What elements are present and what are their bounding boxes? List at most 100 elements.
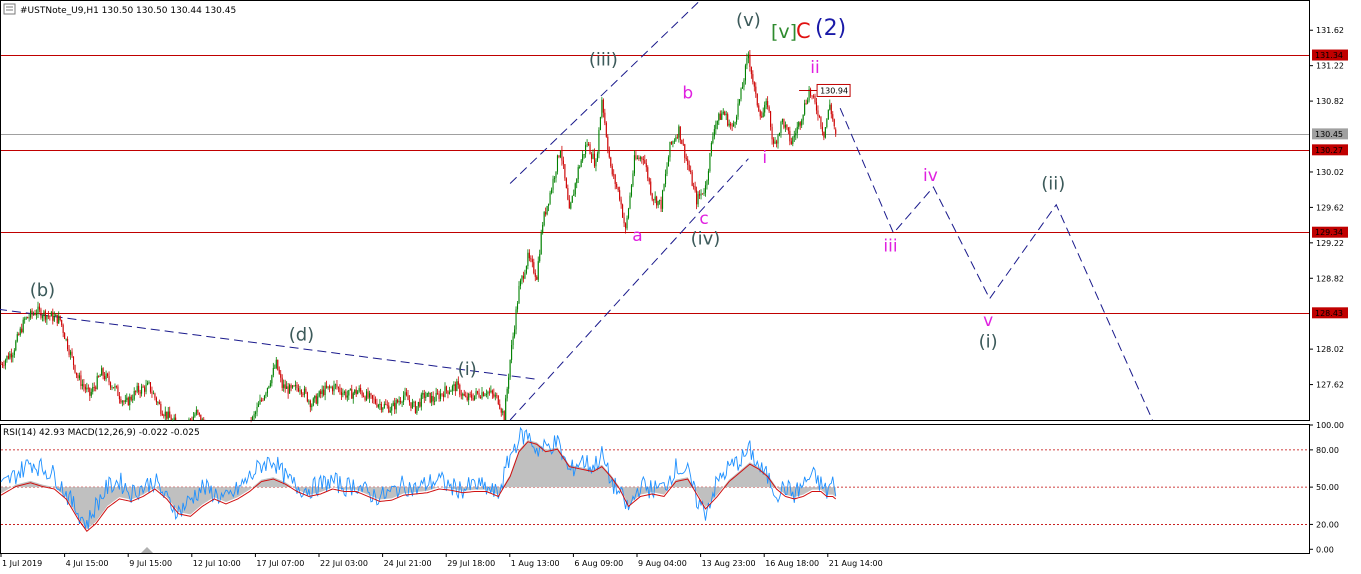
time-tick-label: 4 Jul 15:00 <box>66 559 109 568</box>
wave-label: a <box>632 226 642 246</box>
wave-label: (d) <box>289 324 314 345</box>
candle-body <box>284 384 286 389</box>
candle-body <box>747 54 749 59</box>
candle-body <box>734 121 736 124</box>
candle-body <box>651 193 653 200</box>
candle-body <box>255 412 257 415</box>
candle-body <box>487 391 489 395</box>
wave-label: (iv) <box>691 229 721 250</box>
candle-body <box>373 398 375 400</box>
candle-body <box>736 116 738 122</box>
time-tick-label: 13 Aug 23:00 <box>702 559 756 568</box>
candle-body <box>558 155 560 158</box>
candle-body <box>149 382 152 392</box>
window-menu-icon[interactable] <box>3 3 16 15</box>
candle-body <box>189 419 191 421</box>
candle-body <box>403 395 405 402</box>
candle-body <box>468 393 470 401</box>
candle-body <box>453 384 455 387</box>
candle-body <box>440 393 442 399</box>
time-tick-label: 1 Jul 2019 <box>2 559 42 568</box>
candle-body <box>484 394 486 397</box>
candle-body <box>733 123 735 127</box>
candle-body <box>25 317 27 319</box>
candle-body <box>568 199 570 209</box>
candle-body <box>194 414 196 417</box>
candle-body <box>539 254 541 262</box>
candle-body <box>260 399 263 401</box>
time-tick-label: 22 Jul 03:00 <box>320 559 368 568</box>
candle-body <box>635 155 637 159</box>
candle-body <box>379 403 381 405</box>
candle-body <box>101 368 103 376</box>
candle-body <box>133 391 135 400</box>
candle-body <box>454 384 456 392</box>
candle-body <box>571 195 573 203</box>
candle-body <box>611 166 613 175</box>
candle-body <box>817 110 819 117</box>
candle-body <box>117 386 119 396</box>
wave-label: ii <box>810 58 819 78</box>
candle-body <box>802 114 804 121</box>
candle-body <box>778 133 781 136</box>
candle-body <box>502 411 504 413</box>
candle-body <box>259 399 261 405</box>
candle-body <box>96 376 98 389</box>
candle-body <box>83 384 85 387</box>
candle-body <box>693 185 695 187</box>
candle-body <box>300 390 302 394</box>
candle-body <box>744 65 746 81</box>
candle-body <box>167 411 169 419</box>
candle-body <box>660 199 662 209</box>
candle-body <box>701 193 704 195</box>
candle-body <box>283 384 285 388</box>
candle-body <box>158 402 160 405</box>
candle-body <box>818 116 820 117</box>
candle-body <box>663 184 665 191</box>
candle-body <box>718 113 720 121</box>
candle-body <box>4 360 6 366</box>
chart-canvas: 131.62 131.22 130.82 130.02 129.62 129.22 128.… <box>0 0 1361 574</box>
candle-body <box>438 393 440 399</box>
candle-body <box>608 149 610 158</box>
candle-body <box>719 113 721 120</box>
candle-body <box>479 396 482 399</box>
candle-body <box>524 273 526 279</box>
candle-body <box>521 275 523 281</box>
candle-body <box>585 145 587 155</box>
wave-label: i <box>762 148 767 168</box>
candle-body <box>722 111 724 114</box>
symbol-title: #USTNote_U9,H1 130.50 130.50 130.44 130.… <box>20 6 236 16</box>
candle-body <box>595 160 597 167</box>
candle-body <box>64 332 66 340</box>
candle-body <box>161 413 163 416</box>
candle-body <box>823 131 825 138</box>
candle-body <box>830 104 832 115</box>
candle-body <box>272 367 274 376</box>
candle-body <box>804 103 806 115</box>
candle-body <box>709 153 711 172</box>
candle-body <box>294 384 297 387</box>
candle-body <box>408 400 411 403</box>
candle-body <box>7 355 9 359</box>
candle-body <box>790 141 792 144</box>
level-price-tag-label: 129.34 <box>1315 228 1343 237</box>
candle-body <box>619 190 621 200</box>
candle-body <box>28 317 30 319</box>
candle-body <box>629 195 631 209</box>
candle-body <box>314 395 316 399</box>
candle-body <box>659 199 661 201</box>
candle-body <box>664 173 667 185</box>
candle-body <box>713 129 715 137</box>
candle-body <box>586 144 588 146</box>
candle-body <box>172 420 174 422</box>
candle-body <box>21 328 23 333</box>
candle-body <box>274 367 276 369</box>
candle-body <box>679 126 681 140</box>
candle-body <box>6 355 8 361</box>
candle-body <box>622 204 624 218</box>
indicator-tick-label: 50.00 <box>1316 483 1339 492</box>
candle-body <box>52 312 54 321</box>
candle-body <box>65 338 67 340</box>
candle-body <box>374 399 376 404</box>
